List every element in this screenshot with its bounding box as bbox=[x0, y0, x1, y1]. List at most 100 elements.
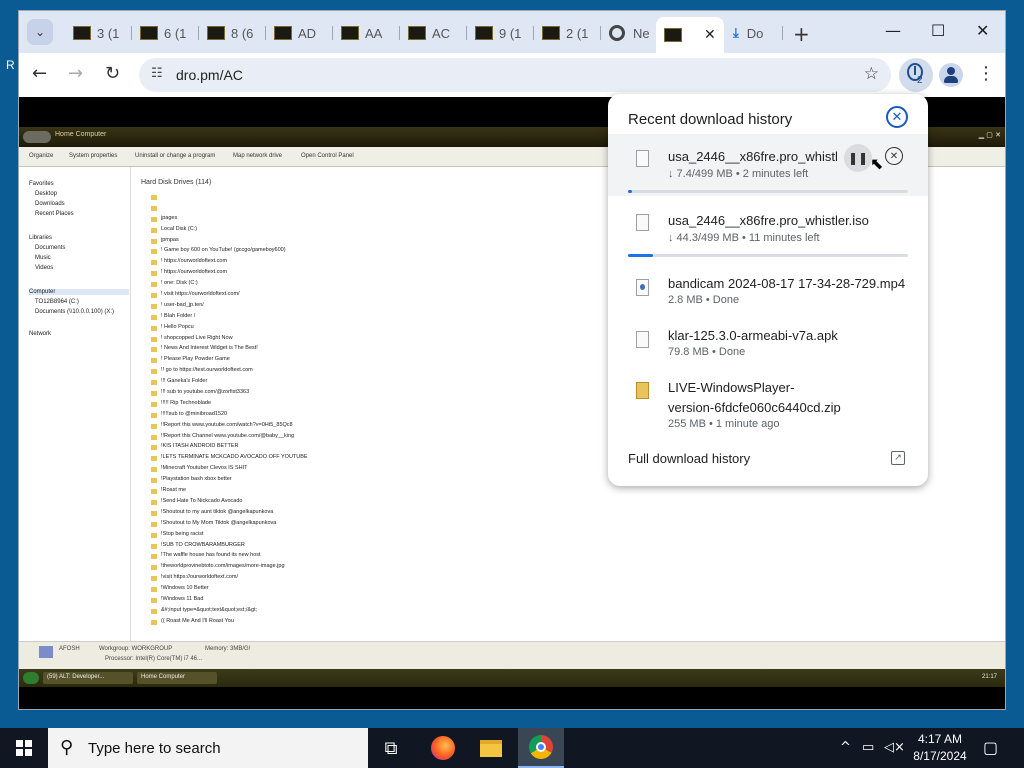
tab-4[interactable]: AD bbox=[266, 17, 333, 49]
file-row: !Roast me bbox=[151, 487, 308, 498]
full-download-history-link[interactable]: Full download history bbox=[628, 451, 750, 466]
tab-8[interactable]: 2 (1 bbox=[534, 17, 601, 49]
maximize-button[interactable]: ☐ bbox=[931, 21, 945, 40]
firefox-icon[interactable] bbox=[420, 728, 466, 768]
tab-search-button[interactable]: ⌄ bbox=[27, 19, 53, 45]
pause-icon[interactable]: ❚❚ bbox=[844, 144, 872, 172]
open-external-icon[interactable]: ↗ bbox=[891, 451, 905, 465]
volume-icon[interactable]: ◁× bbox=[884, 740, 905, 755]
tab-label: AC bbox=[432, 25, 451, 41]
address-bar[interactable]: ☷ dro.pm/AC ☆ bbox=[139, 58, 891, 92]
new-tab-button[interactable]: + bbox=[793, 22, 810, 46]
download-item[interactable]: klar-125.3.0-armeabi-v7a.apk 79.8 MB • D… bbox=[608, 318, 928, 366]
cmd-organize: Organize bbox=[29, 153, 54, 159]
file-row: !visit https://ourworldoftext.com/ bbox=[151, 574, 308, 585]
nav-buttons bbox=[23, 131, 51, 143]
close-window-button[interactable]: ✕ bbox=[976, 21, 989, 40]
side-drive-c: TO12B8964 (C:) bbox=[35, 299, 79, 305]
taskbar-search[interactable]: ⚲ Type here to search bbox=[48, 728, 368, 768]
menu-kebab-icon[interactable]: ⋮ bbox=[977, 63, 995, 84]
windows-start-icon[interactable] bbox=[16, 740, 32, 756]
tab-active[interactable]: ✕ bbox=[656, 17, 724, 53]
file-explorer-icon[interactable] bbox=[468, 728, 514, 768]
desktop-edge-text: R bbox=[6, 58, 15, 72]
explorer-window-controls: ▁ ▢ ✕ bbox=[978, 131, 1001, 139]
tab-favicon bbox=[664, 28, 682, 42]
tab-1[interactable]: 3 (1 bbox=[65, 17, 132, 49]
file-row: !Windows 10 Better bbox=[151, 585, 308, 596]
file-row: !! go to https://test.ourworldoftext.com bbox=[151, 367, 308, 378]
download-item[interactable]: usa_2446__x86fre.pro_whistler.iso ↓ 44.3… bbox=[608, 198, 928, 260]
tab-5[interactable]: AA bbox=[333, 17, 400, 49]
site-info-icon[interactable]: ☷ bbox=[151, 66, 163, 81]
globe-icon bbox=[609, 25, 625, 41]
reload-button[interactable]: ↻ bbox=[105, 63, 120, 84]
close-panel-icon[interactable]: ✕ bbox=[886, 106, 908, 128]
zip-file-icon bbox=[636, 382, 649, 399]
status-memory: Memory: 3MB/G! bbox=[205, 646, 251, 652]
status-processor: Processor: Intel(R) Core(TM) i7 46... bbox=[105, 656, 203, 662]
tab-downloads[interactable]: ⤓ Do bbox=[725, 17, 783, 49]
file-row: !!!!! Rip Technoblade bbox=[151, 400, 308, 411]
download-item[interactable]: usa_2446__x86fre.pro_whistler.iso ↓ 7.4/… bbox=[608, 134, 928, 196]
status-workgroup: Workgroup: WORKGROUP bbox=[99, 646, 173, 652]
side-drive-x: Documents (\\10.0.0.100) (X:) bbox=[35, 309, 115, 315]
download-filename: usa_2446__x86fre.pro_whistler.iso bbox=[668, 149, 838, 164]
network-icon[interactable]: ▭ bbox=[862, 740, 874, 755]
file-row: !Send Hate To Nickcado Avocado bbox=[151, 498, 308, 509]
tab-close-icon[interactable]: ✕ bbox=[704, 27, 716, 43]
tab-3[interactable]: 8 (6 bbox=[199, 17, 266, 49]
downloads-button[interactable]: 2 bbox=[899, 58, 933, 92]
download-filename: LIVE-WindowsPlayer- bbox=[668, 380, 795, 395]
file-row: !Windows 11 Bad bbox=[151, 596, 308, 607]
inner-taskbar: (59) ALT: Developer... Home Computer 21:… bbox=[19, 669, 1005, 687]
side-libraries: Libraries bbox=[29, 235, 53, 241]
system-clock[interactable]: 4:17 AM 8/17/2024 bbox=[910, 731, 970, 765]
file-row: ! News And Interest Widget is The Best! bbox=[151, 345, 308, 356]
download-status: 2.8 MB • Done bbox=[668, 294, 740, 306]
tab-7[interactable]: 9 (1 bbox=[467, 17, 534, 49]
tab-2[interactable]: 6 (1 bbox=[132, 17, 199, 49]
url-text[interactable]: dro.pm/AC bbox=[176, 67, 243, 83]
chrome-icon[interactable] bbox=[518, 728, 564, 768]
profile-icon[interactable] bbox=[939, 63, 963, 87]
file-row: !theworldprovinebtoto.com/images/more-im… bbox=[151, 563, 308, 574]
file-row: !!! Ganeka's Folder bbox=[151, 378, 308, 389]
file-row: !Playstation bash xbox better bbox=[151, 476, 308, 487]
group-header: Hard Disk Drives (114) bbox=[141, 179, 212, 186]
back-button[interactable]: ← bbox=[32, 63, 47, 84]
side-computer: Computer bbox=[29, 289, 129, 295]
file-row: Local Disk (C:) bbox=[151, 226, 308, 237]
tab-6[interactable]: AC bbox=[400, 17, 467, 49]
file-row: ! shopcopped Live Right Now bbox=[151, 335, 308, 346]
download-item[interactable]: bandicam 2024-08-17 17-34-28-729.mp4 2.8… bbox=[608, 266, 928, 314]
file-icon bbox=[636, 331, 649, 348]
forward-button[interactable]: → bbox=[68, 63, 83, 84]
file-row: !!! sub to youtube.com/@zorfist3363 bbox=[151, 389, 308, 400]
tab-favicon bbox=[73, 26, 91, 40]
inner-start-icon bbox=[23, 672, 39, 684]
task-view-icon[interactable]: ⧉ bbox=[368, 728, 414, 768]
bookmark-star-icon[interactable]: ☆ bbox=[864, 64, 879, 84]
tab-label: Ne bbox=[633, 25, 650, 41]
side-documents: Documents bbox=[35, 245, 66, 251]
download-progress-bar bbox=[628, 190, 908, 193]
file-row: (( Roast Me And I'll Roast You bbox=[151, 618, 308, 629]
tab-label: 6 (1 bbox=[164, 25, 187, 41]
tab-favicon bbox=[274, 26, 292, 40]
cancel-icon[interactable]: ✕ bbox=[885, 147, 903, 165]
show-hidden-icons[interactable]: ^ bbox=[840, 740, 851, 755]
video-file-icon bbox=[636, 279, 649, 296]
file-row bbox=[151, 204, 308, 215]
download-item[interactable]: LIVE-WindowsPlayer- version-6fdcfe060c64… bbox=[608, 370, 928, 436]
minimize-button[interactable]: — bbox=[885, 21, 901, 40]
tab-favicon bbox=[207, 26, 225, 40]
tab-9[interactable]: Ne bbox=[601, 17, 655, 49]
side-favorites: Favorites bbox=[29, 181, 54, 187]
file-row: !Shoutout to my aunt tiktok @angelkapunk… bbox=[151, 509, 308, 520]
file-row: ! Blah Folder / bbox=[151, 313, 308, 324]
file-row: ! visit https://ourworldoftext.com/ bbox=[151, 291, 308, 302]
inner-clock: 21:17 bbox=[981, 674, 997, 680]
notifications-icon[interactable]: ▢ bbox=[983, 738, 998, 757]
side-videos: Videos bbox=[35, 265, 54, 271]
